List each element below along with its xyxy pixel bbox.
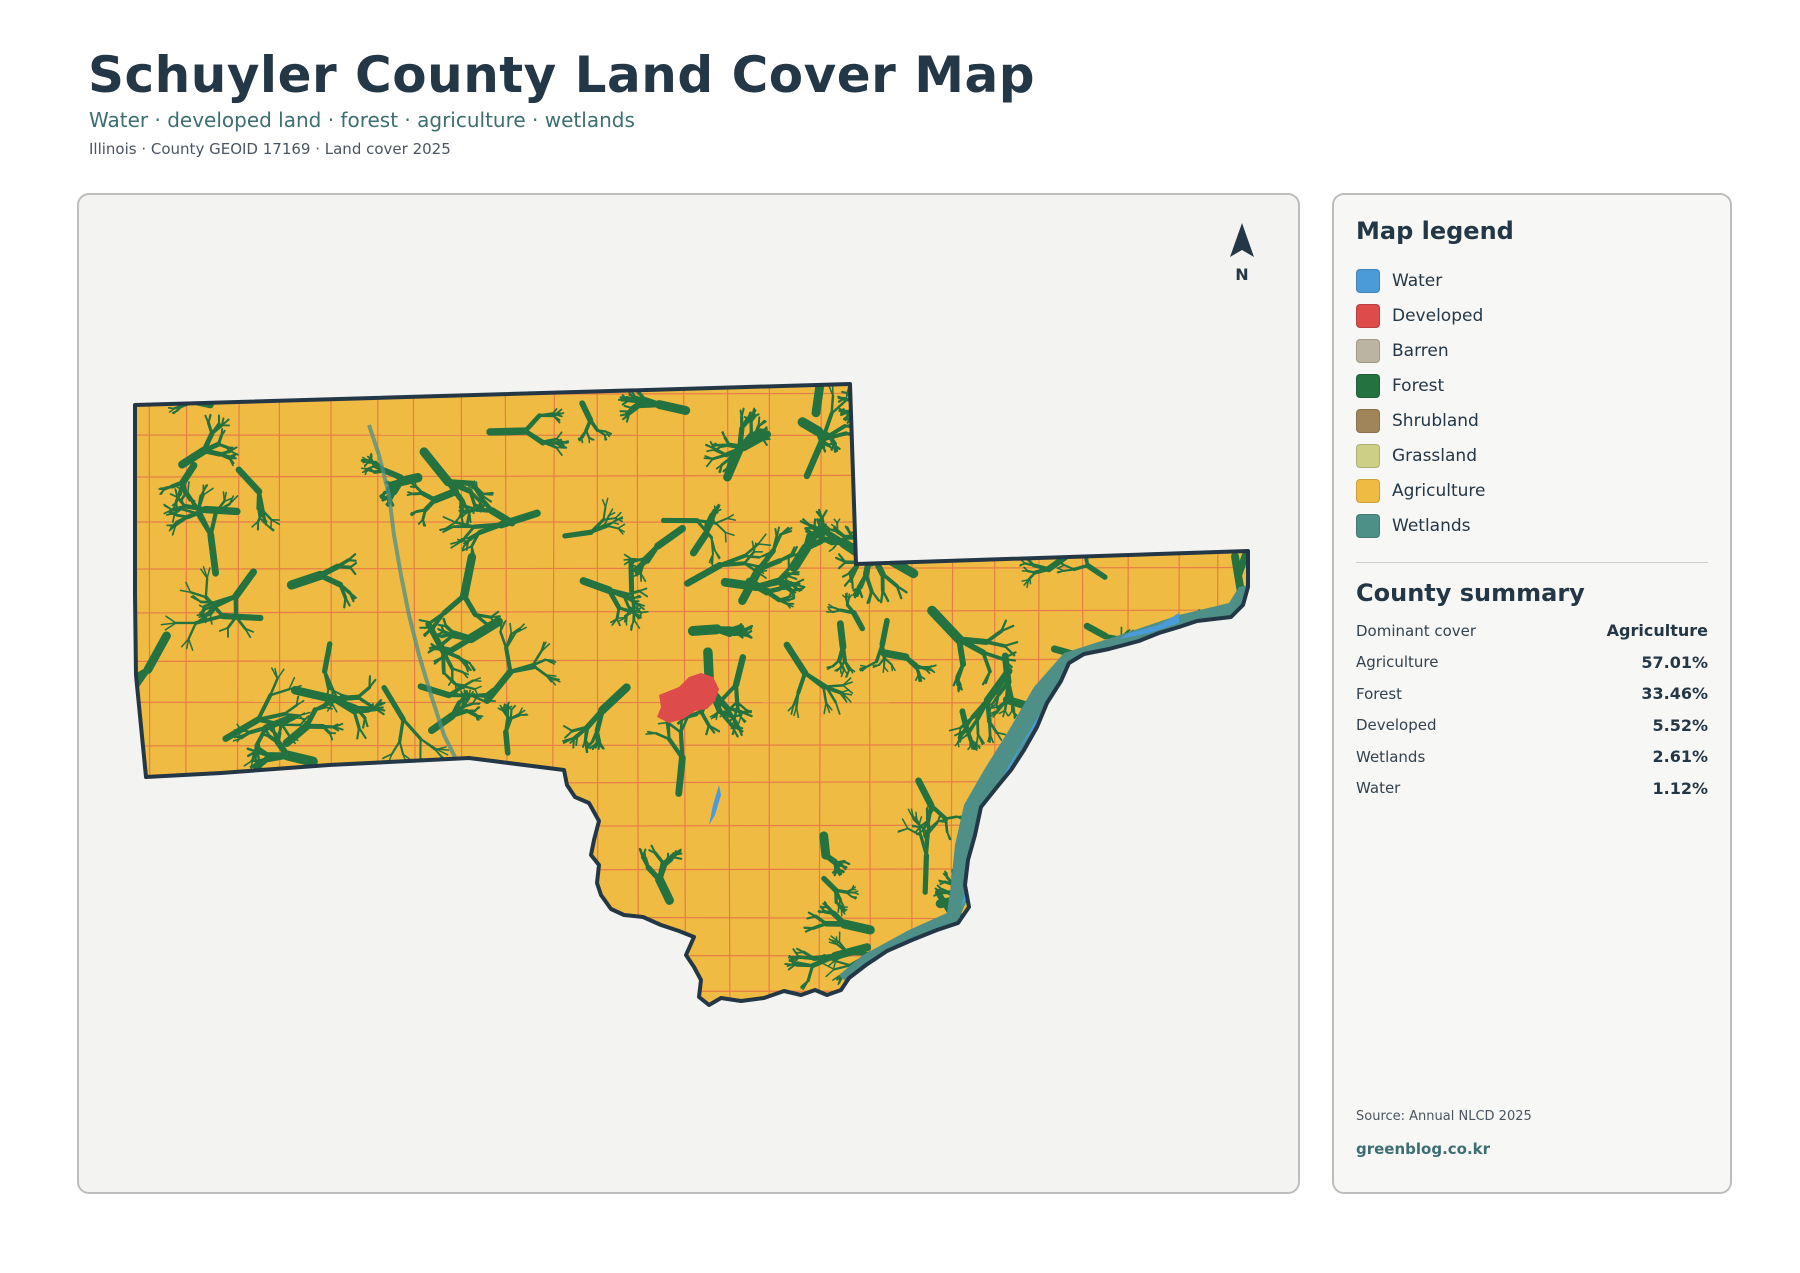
summary-value: 57.01% xyxy=(1641,652,1708,672)
side-panel: Map legend Water Developed Barren Forest Shr… xyxy=(1332,193,1732,1194)
legend-label: Shrubland xyxy=(1392,410,1479,431)
legend-label: Grassland xyxy=(1392,445,1477,466)
source-note: Source: Annual NLCD 2025 xyxy=(1356,1109,1532,1124)
summary-value: 2.61% xyxy=(1652,747,1708,767)
legend-item-shrubland: Shrubland xyxy=(1356,403,1486,438)
summary-value: 1.12% xyxy=(1652,778,1708,798)
summary-value: 5.52% xyxy=(1652,715,1708,735)
legend-item-water: Water xyxy=(1356,263,1486,298)
summary-row: Water 1.12% xyxy=(1356,773,1708,805)
legend-item-wetlands: Wetlands xyxy=(1356,508,1486,543)
legend-label: Forest xyxy=(1392,375,1445,396)
page-title: Schuyler County Land Cover Map xyxy=(88,46,1035,104)
summary-key: Agriculture xyxy=(1356,653,1439,672)
page-meta: Illinois · County GEOID 17169 · Land cov… xyxy=(89,140,451,158)
legend-item-forest: Forest xyxy=(1356,368,1486,403)
legend-swatch xyxy=(1356,303,1380,328)
page-subtitle: Water · developed land · forest · agricu… xyxy=(89,108,635,132)
summary-key: Dominant cover xyxy=(1356,621,1477,640)
summary-row: Agriculture 57.01% xyxy=(1356,647,1708,679)
legend-list: Water Developed Barren Forest Shrubland Grass… xyxy=(1356,263,1486,543)
summary-row: Dominant cover Agriculture xyxy=(1356,615,1708,647)
county-map[interactable] xyxy=(79,195,1300,1194)
map-panel[interactable]: N xyxy=(77,193,1300,1194)
summary-key: Developed xyxy=(1356,716,1437,735)
north-label: N xyxy=(1235,265,1249,284)
north-arrow: N xyxy=(1222,223,1262,284)
legend-item-barren: Barren xyxy=(1356,333,1486,368)
legend-swatch xyxy=(1356,408,1380,433)
summary-key: Wetlands xyxy=(1356,747,1426,766)
legend-heading: Map legend xyxy=(1356,217,1514,245)
summary-key: Water xyxy=(1356,779,1401,798)
summary-row: Developed 5.52% xyxy=(1356,710,1708,742)
legend-label: Barren xyxy=(1392,340,1449,361)
legend-item-grassland: Grassland xyxy=(1356,438,1486,473)
legend-swatch xyxy=(1356,338,1380,363)
legend-swatch xyxy=(1356,443,1380,468)
legend-label: Water xyxy=(1392,270,1443,291)
summary-table: Dominant cover Agriculture Agriculture 57.0… xyxy=(1356,615,1708,804)
legend-item-developed: Developed xyxy=(1356,298,1486,333)
legend-label: Developed xyxy=(1392,305,1484,326)
legend-item-agriculture: Agriculture xyxy=(1356,473,1486,508)
legend-swatch xyxy=(1356,373,1380,398)
summary-value: Agriculture xyxy=(1606,621,1708,641)
summary-value: 33.46% xyxy=(1641,684,1708,704)
legend-swatch xyxy=(1356,268,1380,293)
panel-divider xyxy=(1356,562,1708,563)
site-link[interactable]: greenblog.co.kr xyxy=(1356,1140,1490,1158)
summary-row: Forest 33.46% xyxy=(1356,678,1708,710)
legend-label: Wetlands xyxy=(1392,515,1471,536)
summary-heading: County summary xyxy=(1356,579,1585,607)
legend-swatch xyxy=(1356,513,1380,538)
legend-swatch xyxy=(1356,478,1380,503)
summary-row: Wetlands 2.61% xyxy=(1356,741,1708,773)
north-arrow-icon xyxy=(1230,223,1254,257)
summary-key: Forest xyxy=(1356,684,1403,703)
legend-label: Agriculture xyxy=(1392,480,1486,501)
county-shape[interactable] xyxy=(79,301,1292,1061)
